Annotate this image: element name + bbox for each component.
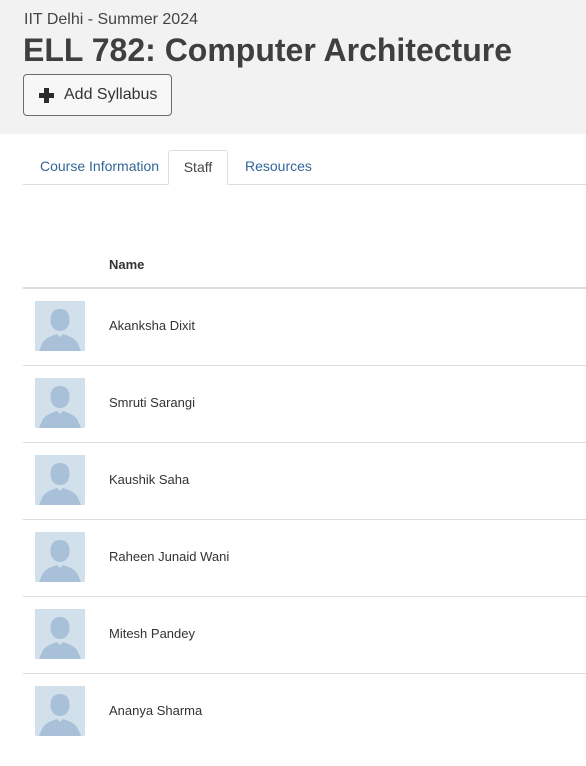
staff-name: Smruti Sarangi [109, 395, 195, 410]
staff-name: Raheen Junaid Wani [109, 549, 230, 564]
staff-name: Mitesh Pandey [109, 626, 195, 641]
default-avatar-icon [35, 455, 85, 505]
course-title: ELL 782: Computer Architecture [23, 32, 512, 68]
tab-staff[interactable]: Staff [168, 150, 228, 185]
avatar [35, 455, 85, 505]
staff-rows: Akanksha Dixit Smruti Sarangi Kaushik Saha… [23, 289, 586, 750]
staff-name: Kaushik Saha [109, 472, 190, 487]
table-row: Smruti Sarangi [23, 366, 586, 443]
default-avatar-icon [35, 301, 85, 351]
avatar [35, 532, 85, 582]
avatar [35, 686, 85, 736]
plus-icon [39, 87, 54, 103]
staff-name: Akanksha Dixit [109, 318, 195, 333]
default-avatar-icon [35, 532, 85, 582]
avatar [35, 301, 85, 351]
default-avatar-icon [35, 378, 85, 428]
table-header-row: Name [23, 243, 586, 289]
avatar [35, 378, 85, 428]
table-row: Mitesh Pandey [23, 597, 586, 674]
course-tabs: Course Information Staff Resources [23, 150, 586, 185]
table-row: Ananya Sharma [23, 674, 586, 750]
table-row: Raheen Junaid Wani [23, 520, 586, 597]
staff-table: Name Akanksha Dixit Smruti Sarangi Kaushik… [23, 243, 586, 750]
staff-name: Ananya Sharma [109, 703, 203, 718]
add-syllabus-button[interactable]: Add Syllabus [23, 74, 172, 116]
table-row: Kaushik Saha [23, 443, 586, 520]
course-term: IIT Delhi - Summer 2024 [24, 11, 198, 28]
add-syllabus-label: Add Syllabus [64, 86, 158, 103]
default-avatar-icon [35, 609, 85, 659]
course-header: IIT Delhi - Summer 2024 ELL 782: Compute… [0, 0, 586, 134]
name-column-header: Name [109, 257, 145, 272]
avatar [35, 609, 85, 659]
default-avatar-icon [35, 686, 85, 736]
tab-course-information[interactable]: Course Information [23, 150, 176, 184]
table-row: Akanksha Dixit [23, 289, 586, 366]
tab-resources[interactable]: Resources [228, 150, 329, 184]
